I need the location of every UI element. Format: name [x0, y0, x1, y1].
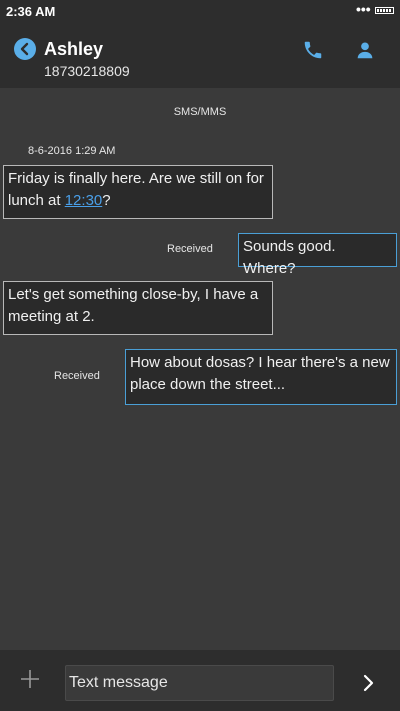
message-composer — [0, 650, 400, 711]
back-arrow-icon — [20, 42, 29, 56]
message-text: Sounds good. Where? — [243, 238, 336, 277]
call-button[interactable] — [302, 39, 324, 61]
message-bubble-outgoing[interactable]: How about dosas? I hear there's a new pl… — [125, 349, 397, 405]
phone-icon — [304, 41, 322, 59]
status-bar: 2:36 AM ••• — [0, 0, 400, 22]
battery-icon — [375, 7, 394, 14]
received-status: Received — [54, 370, 100, 382]
text-message-input[interactable] — [65, 665, 334, 701]
attach-button[interactable] — [19, 668, 41, 690]
overflow-dots-icon: ••• — [356, 1, 371, 17]
message-protocol-label: SMS/MMS — [173, 106, 227, 118]
plus-icon — [21, 670, 39, 688]
status-time: 2:36 AM — [6, 4, 56, 19]
person-icon — [357, 42, 373, 59]
message-bubble-incoming[interactable]: Let's get something close-by, I have a m… — [3, 281, 273, 335]
message-text: Friday is finally here. Are we still on … — [8, 170, 264, 209]
back-button[interactable] — [14, 38, 36, 60]
message-bubble-outgoing[interactable]: Sounds good. Where? — [238, 233, 397, 277]
message-bubble-incoming[interactable]: Friday is finally here. Are we still on … — [3, 165, 273, 219]
contact-profile-button[interactable] — [354, 39, 376, 61]
contact-number: 18730218809 — [44, 63, 130, 79]
conversation-header: Ashley 18730218809 — [0, 22, 400, 88]
received-status: Received — [167, 243, 213, 255]
chevron-right-icon — [363, 674, 374, 692]
message-text: How about dosas? I hear there's a new pl… — [130, 354, 390, 393]
message-text: Let's get something close-by, I have a m… — [8, 286, 259, 325]
time-link[interactable]: 12:30 — [65, 192, 103, 209]
message-timestamp: 8-6-2016 1:29 AM — [28, 145, 116, 157]
contact-name: Ashley — [44, 39, 104, 59]
message-text-end: ? — [102, 192, 111, 209]
send-button[interactable] — [358, 673, 378, 693]
